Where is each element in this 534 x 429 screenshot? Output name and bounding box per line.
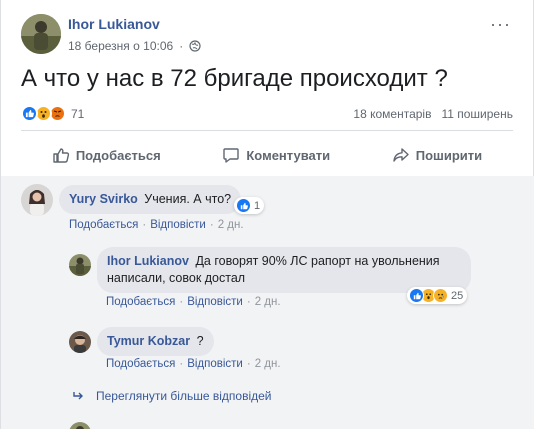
globe-icon bbox=[189, 40, 201, 52]
reply-like-link[interactable]: Подобається bbox=[106, 358, 175, 370]
comment-icon bbox=[223, 148, 240, 163]
comment-actions: Подобається · Відповісти · 2 дн. bbox=[69, 219, 244, 231]
comment-button[interactable]: Коментувати bbox=[222, 140, 330, 170]
commenter-avatar[interactable] bbox=[69, 254, 91, 276]
reactions-summary[interactable]: 71 bbox=[21, 105, 84, 122]
like-reaction-icon bbox=[21, 105, 38, 122]
reply-reactions[interactable]: 25 bbox=[407, 287, 468, 304]
share-icon bbox=[393, 148, 409, 162]
commenter-avatar[interactable] bbox=[21, 184, 53, 216]
comment-text: Учения. А что? bbox=[144, 192, 232, 206]
commenter-avatar[interactable] bbox=[69, 331, 91, 353]
reply-time[interactable]: 2 дн. bbox=[255, 358, 281, 370]
post-timestamp[interactable]: 18 березня о 10:06 bbox=[68, 39, 173, 53]
comment-reply-link[interactable]: Відповісти bbox=[150, 219, 206, 231]
reply-actions: Подобається · Відповісти · 2 дн. bbox=[106, 296, 281, 308]
comment-author[interactable]: Yury Svirko bbox=[69, 192, 138, 206]
comment-like-link[interactable]: Подобається bbox=[69, 219, 138, 231]
reply-text: ? bbox=[196, 334, 204, 348]
comment-time[interactable]: 2 дн. bbox=[218, 219, 244, 231]
reply-reaction-count: 25 bbox=[451, 289, 464, 302]
view-more-replies[interactable]: Переглянути більше відповідей bbox=[72, 389, 271, 403]
post-author[interactable]: Ihor Lukianov bbox=[68, 16, 160, 32]
like-reaction-icon bbox=[236, 198, 251, 213]
like-label: Подобається bbox=[75, 147, 161, 163]
reply-author[interactable]: Ihor Lukianov bbox=[107, 254, 189, 268]
share-button[interactable]: Поширити bbox=[392, 140, 482, 170]
reply-reply-link[interactable]: Відповісти bbox=[187, 358, 243, 370]
comments-count[interactable]: 18 коментарів bbox=[353, 107, 431, 121]
more-options-icon[interactable]: ··· bbox=[490, 14, 511, 35]
view-more-replies-label: Переглянути більше відповідей bbox=[96, 389, 272, 403]
engagement-counts: 18 коментарів 11 поширень bbox=[353, 107, 513, 121]
reaction-count: 71 bbox=[71, 106, 85, 121]
divider bbox=[21, 130, 513, 131]
author-avatar[interactable] bbox=[21, 14, 61, 54]
like-button[interactable]: Подобається bbox=[52, 140, 161, 170]
reply-reply-link[interactable]: Відповісти bbox=[187, 296, 243, 308]
thumbs-up-icon bbox=[53, 148, 69, 163]
post-card: Ihor Lukianov 18 березня о 10:06 · ··· А… bbox=[0, 0, 534, 429]
reply-author[interactable]: Tymur Kobzar bbox=[107, 334, 190, 348]
reply-actions: Подобається · Відповісти · 2 дн. bbox=[106, 358, 281, 370]
comment-bubble: Yury Svirko Учения. А что? bbox=[59, 185, 242, 214]
reply-arrow-icon bbox=[73, 392, 83, 400]
reply-text-line2: написали, совок достал bbox=[107, 271, 246, 285]
reply-text-line1: Да говорят 90% ЛС рапорт на увольнения bbox=[195, 254, 440, 268]
post-text: А что у нас в 72 бригаде происходит ? bbox=[21, 65, 448, 92]
share-label: Поширити bbox=[415, 147, 483, 163]
reply-bubble: Tymur Kobzar ? bbox=[97, 327, 214, 356]
post-meta: 18 березня о 10:06 · bbox=[68, 39, 201, 53]
like-reaction-icon bbox=[409, 288, 424, 303]
sad-reaction-icon bbox=[433, 288, 448, 303]
comment-label: Коментувати bbox=[246, 147, 331, 163]
shares-count[interactable]: 11 поширень bbox=[441, 107, 513, 121]
comment-reactions[interactable]: 1 bbox=[234, 197, 265, 214]
reply-like-link[interactable]: Подобається bbox=[106, 296, 175, 308]
reply-time[interactable]: 2 дн. bbox=[255, 296, 281, 308]
action-bar: Подобається Коментувати Поширити bbox=[21, 140, 513, 170]
comment-reaction-count: 1 bbox=[254, 199, 261, 212]
